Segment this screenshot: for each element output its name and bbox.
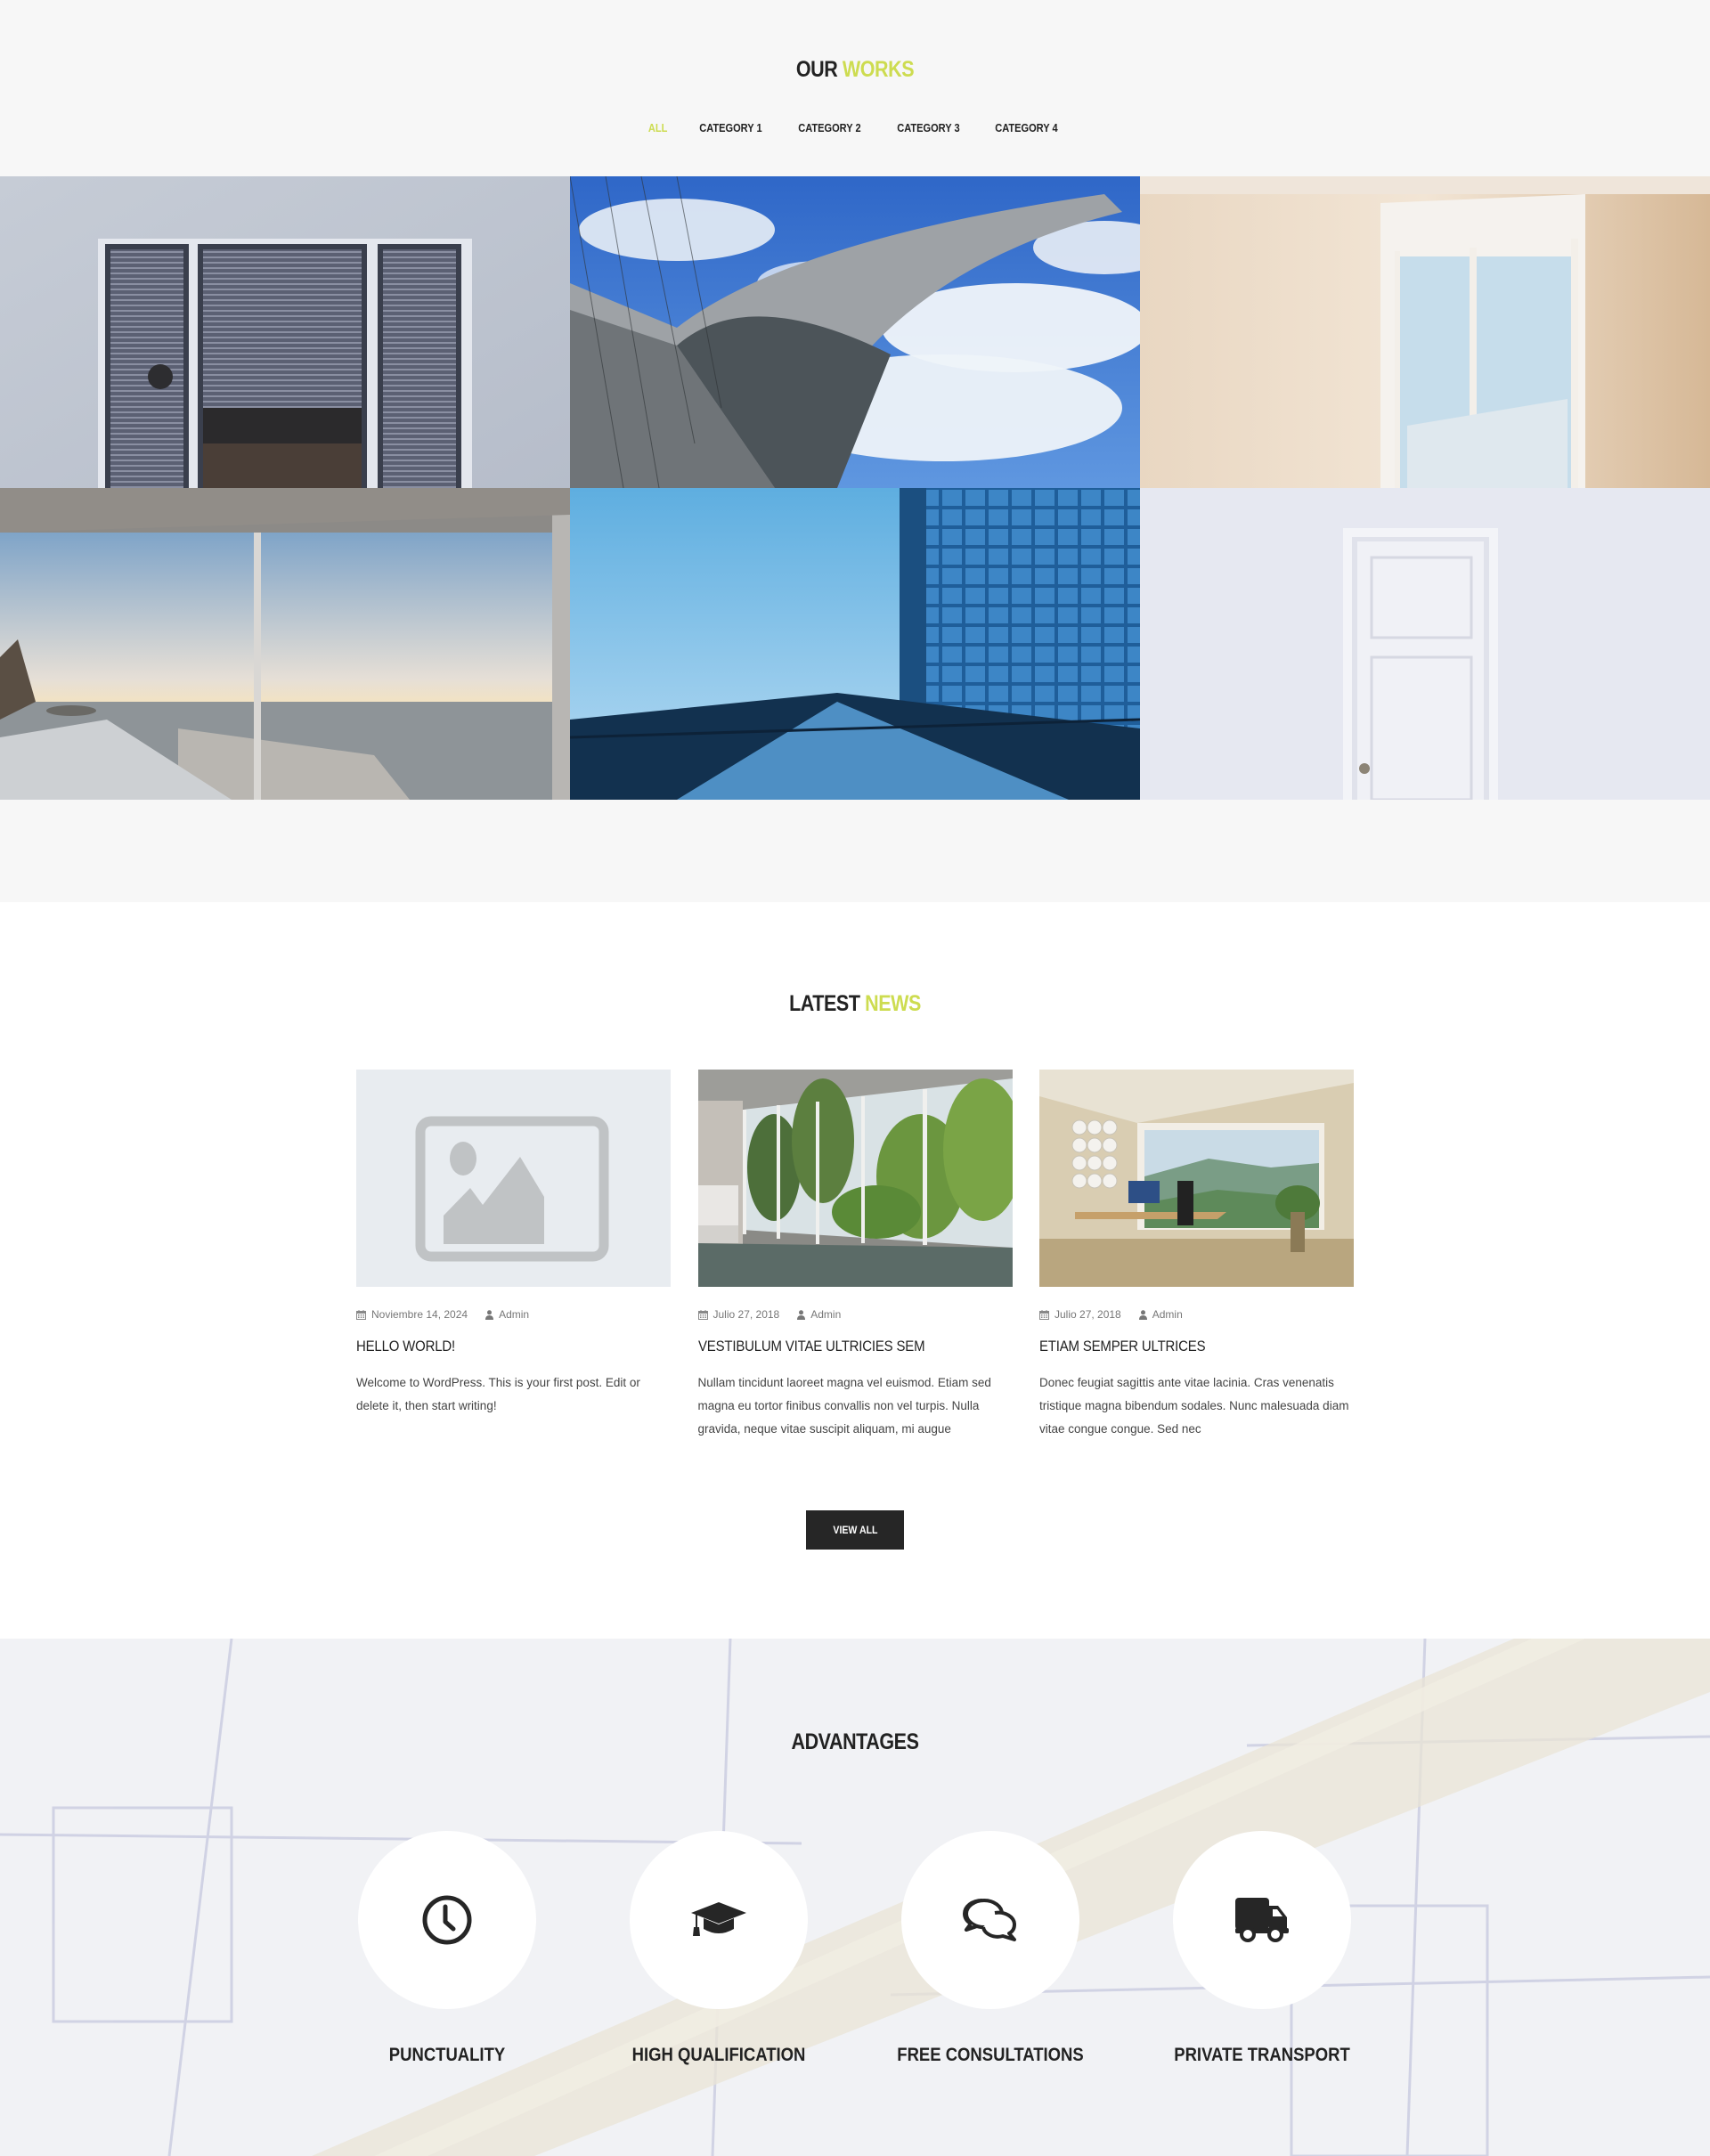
- portfolio-tile-glass-skyscraper[interactable]: [570, 488, 1140, 800]
- user-icon: [797, 1309, 806, 1320]
- living-room-trees-image: [697, 1070, 1013, 1287]
- room-window-image: [1140, 176, 1710, 488]
- news-title-main: LATEST: [789, 991, 860, 1016]
- portfolio-tile-window-blinds[interactable]: [0, 176, 570, 488]
- news-thumbnail[interactable]: [356, 1070, 671, 1287]
- post-author[interactable]: Admin: [1152, 1308, 1183, 1321]
- post-title[interactable]: HELLO WORLD!: [356, 1338, 633, 1355]
- post-date: Noviembre 14, 2024: [371, 1308, 468, 1321]
- news-card: Julio 27, 2018 Admin ETIAM SEMPER ULTRIC…: [1039, 1070, 1354, 1441]
- news-title: LATEST NEWS: [119, 991, 1590, 1017]
- portfolio-tile-curved-building[interactable]: [570, 176, 1140, 488]
- post-title[interactable]: ETIAM SEMPER ULTRICES: [1039, 1338, 1316, 1355]
- post-excerpt: Nullam tincidunt laoreet magna vel euism…: [697, 1376, 991, 1436]
- portfolio-tile-white-door[interactable]: [1140, 488, 1710, 800]
- post-meta: Noviembre 14, 2024 Admin: [356, 1308, 671, 1321]
- our-works-section: OUR WORKS ALL CATEGORY 1 CATEGORY 2 CATE…: [0, 0, 1710, 902]
- advantage-label: PUNCTUALITY: [388, 2045, 506, 2065]
- advantage-label: HIGH QUALIFICATION: [631, 2045, 806, 2065]
- post-excerpt: Donec feugiat sagittis ante vitae lacini…: [1039, 1376, 1349, 1436]
- calendar-icon: [1039, 1309, 1049, 1320]
- advantage-icon-circle: [358, 1831, 536, 2009]
- glass-skyscraper-image: [570, 488, 1140, 800]
- sea-view-image: [0, 488, 570, 800]
- advantage-icon-circle: [1173, 1831, 1351, 2009]
- advantages-section: ADVANTAGES PUNCTUALITY HIGH QUALIFICATIO…: [0, 1639, 1710, 2156]
- post-title[interactable]: VESTIBULUM VITAE ULTRICIES SEM: [698, 1338, 975, 1355]
- news-card: Noviembre 14, 2024 Admin HELLO WORLD! We…: [356, 1070, 671, 1441]
- advantage-high-qualification: HIGH QUALIFICATION: [603, 1831, 835, 2066]
- portfolio-tile-sea-view[interactable]: [0, 488, 570, 800]
- blueprint-background: [0, 1639, 1710, 2156]
- post-date: Julio 27, 2018: [712, 1308, 780, 1321]
- post-date: Julio 27, 2018: [1054, 1308, 1121, 1321]
- calendar-icon: [697, 1309, 708, 1320]
- news-title-accent: NEWS: [865, 991, 921, 1016]
- advantage-label: FREE CONSULTATIONS: [897, 2045, 1084, 2065]
- post-author[interactable]: Admin: [810, 1308, 841, 1321]
- works-title: OUR WORKS: [119, 57, 1590, 83]
- user-icon: [485, 1309, 494, 1320]
- filter-category-3[interactable]: CATEGORY 3: [897, 121, 959, 134]
- calendar-icon: [356, 1309, 366, 1320]
- filter-category-2[interactable]: CATEGORY 2: [798, 121, 860, 134]
- advantage-private-transport: PRIVATE TRANSPORT: [1146, 1831, 1378, 2066]
- post-meta: Julio 27, 2018 Admin: [697, 1308, 1013, 1321]
- placeholder-image-icon: [356, 1070, 671, 1287]
- advantage-label: PRIVATE TRANSPORT: [1174, 2045, 1350, 2065]
- curved-building-image: [570, 176, 1140, 488]
- user-icon: [1138, 1309, 1147, 1320]
- view-all-button[interactable]: VIEW ALL: [806, 1510, 904, 1550]
- portfolio-grid: [0, 176, 1710, 800]
- news-card: Julio 27, 2018 Admin VESTIBULUM VITAE UL…: [697, 1070, 1013, 1441]
- clock-icon: [422, 1895, 472, 1945]
- post-excerpt: Welcome to WordPress. This is your first…: [356, 1376, 640, 1412]
- advantage-icon-circle: [901, 1831, 1079, 2009]
- post-author[interactable]: Admin: [499, 1308, 529, 1321]
- filter-category-4[interactable]: CATEGORY 4: [996, 121, 1058, 134]
- advantage-icon-circle: [630, 1831, 808, 2009]
- filter-category-1[interactable]: CATEGORY 1: [699, 121, 761, 134]
- news-thumbnail[interactable]: [697, 1070, 1013, 1287]
- graduation-cap-icon: [691, 1902, 746, 1936]
- office-mountain-view-image: [1039, 1070, 1354, 1287]
- post-meta: Julio 27, 2018 Admin: [1039, 1308, 1354, 1321]
- truck-icon: [1235, 1898, 1289, 1942]
- filter-all[interactable]: ALL: [648, 121, 667, 134]
- view-all-label: VIEW ALL: [832, 1524, 878, 1536]
- chat-bubbles-icon: [963, 1899, 1016, 1941]
- advantage-free-consultations: FREE CONSULTATIONS: [875, 1831, 1106, 2066]
- advantages-title: ADVANTAGES: [791, 1729, 919, 1754]
- advantage-punctuality: PUNCTUALITY: [331, 1831, 563, 2066]
- portfolio-filters: ALL CATEGORY 1 CATEGORY 2 CATEGORY 3 CAT…: [0, 121, 1710, 134]
- white-door-image: [1140, 488, 1710, 800]
- window-blinds-image: [0, 176, 570, 488]
- works-title-accent: WORKS: [842, 57, 915, 82]
- works-title-main: OUR: [795, 57, 838, 82]
- news-cards: Noviembre 14, 2024 Admin HELLO WORLD! We…: [356, 1070, 1354, 1441]
- news-thumbnail[interactable]: [1039, 1070, 1354, 1287]
- latest-news-section: LATEST NEWS Noviembre 14, 2024 Admin HEL…: [0, 902, 1710, 1639]
- portfolio-tile-room-window[interactable]: [1140, 176, 1710, 488]
